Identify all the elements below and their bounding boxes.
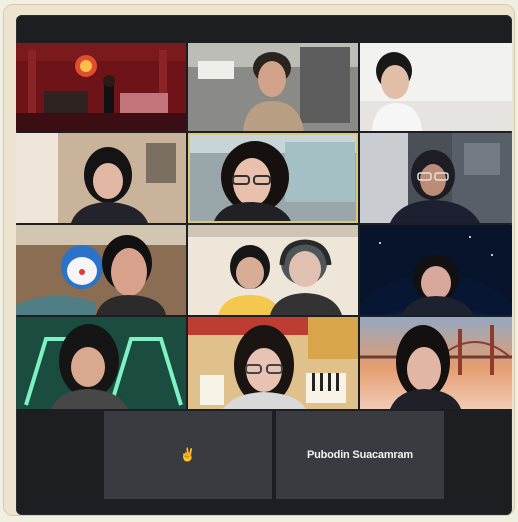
participant-video-tile[interactable] <box>360 43 512 131</box>
warm-room-person-video <box>16 133 186 223</box>
red-stage-video <box>16 43 186 131</box>
participant-video-tile[interactable] <box>360 225 512 315</box>
participant-name-label: Pubodin Suacamram <box>306 449 413 461</box>
two-people-video <box>188 225 358 315</box>
space-background-video <box>360 225 512 315</box>
participant-video-tile[interactable] <box>16 133 186 223</box>
participant-video-tile[interactable] <box>360 133 512 223</box>
participant-name-tile[interactable]: Pubodin Suacamram <box>276 411 444 499</box>
sunset-bridge-video <box>360 317 512 409</box>
participant-video-tile[interactable] <box>16 317 186 409</box>
participant-video-tile[interactable] <box>16 43 186 131</box>
cartoon-background-video <box>16 225 186 315</box>
piano-poster-video <box>188 317 358 409</box>
participant-video-tile[interactable] <box>188 43 358 131</box>
participant-video-tile[interactable] <box>188 317 358 409</box>
dark-room-person-video <box>360 133 512 223</box>
white-room-person-video <box>360 43 512 131</box>
active-speaker-video <box>190 135 356 221</box>
room-person-video <box>188 43 358 131</box>
participant-video-tile[interactable] <box>16 225 186 315</box>
active-speaker-tile[interactable] <box>188 133 358 223</box>
victory-hand-icon: ✌ <box>179 447 197 462</box>
screenshot-frame: ✌ Pubodin Suacamram <box>3 4 515 516</box>
green-arches-video <box>16 317 186 409</box>
participant-video-tile[interactable] <box>360 317 512 409</box>
reaction-tile[interactable]: ✌ <box>104 411 272 499</box>
video-meeting-grid: ✌ Pubodin Suacamram <box>16 15 512 515</box>
participant-video-tile[interactable] <box>188 225 358 315</box>
